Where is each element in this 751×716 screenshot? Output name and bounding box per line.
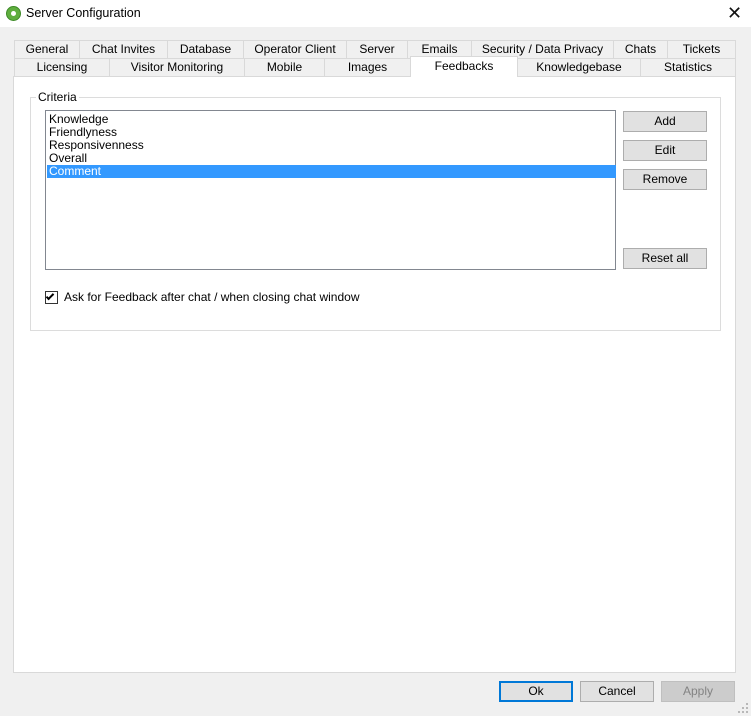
tab-licensing[interactable]: Licensing	[14, 58, 110, 77]
tab-server[interactable]: Server	[346, 40, 408, 59]
criteria-group-label: Criteria	[36, 90, 79, 104]
apply-button[interactable]: Apply	[661, 681, 735, 702]
tab-knowledgebase[interactable]: Knowledgebase	[517, 58, 641, 77]
ok-button[interactable]: Ok	[499, 681, 573, 702]
tab-chats[interactable]: Chats	[613, 40, 668, 59]
app-gear-icon	[6, 6, 21, 21]
tab-operator-client[interactable]: Operator Client	[243, 40, 347, 59]
tab-visitor-monitoring[interactable]: Visitor Monitoring	[109, 58, 245, 77]
tab-statistics[interactable]: Statistics	[640, 58, 736, 77]
list-item[interactable]: Responsivenness	[47, 139, 616, 152]
list-item[interactable]: Overall	[47, 152, 616, 165]
tab-mobile[interactable]: Mobile	[244, 58, 325, 77]
close-icon[interactable]: ✕	[718, 0, 751, 27]
add-button[interactable]: Add	[623, 111, 707, 132]
window-title: Server Configuration	[26, 6, 141, 20]
ask-feedback-checkbox[interactable]	[45, 291, 58, 304]
criteria-list[interactable]: Knowledge Friendlyness Responsivenness O…	[45, 110, 616, 270]
title-bar: Server Configuration ✕	[0, 0, 751, 27]
resize-grip-icon[interactable]	[738, 703, 748, 713]
tab-tickets[interactable]: Tickets	[667, 40, 736, 59]
tab-chat-invites[interactable]: Chat Invites	[79, 40, 168, 59]
list-item-selected[interactable]: Comment	[47, 165, 616, 178]
ask-feedback-label[interactable]: Ask for Feedback after chat / when closi…	[64, 290, 359, 304]
remove-button[interactable]: Remove	[623, 169, 707, 190]
cancel-button[interactable]: Cancel	[580, 681, 654, 702]
tab-feedbacks[interactable]: Feedbacks	[410, 56, 518, 77]
tab-database[interactable]: Database	[167, 40, 244, 59]
list-item[interactable]: Knowledge	[47, 113, 616, 126]
tab-general[interactable]: General	[14, 40, 80, 59]
checkmark-icon	[45, 291, 55, 301]
edit-button[interactable]: Edit	[623, 140, 707, 161]
reset-all-button[interactable]: Reset all	[623, 248, 707, 269]
tab-images[interactable]: Images	[324, 58, 411, 77]
